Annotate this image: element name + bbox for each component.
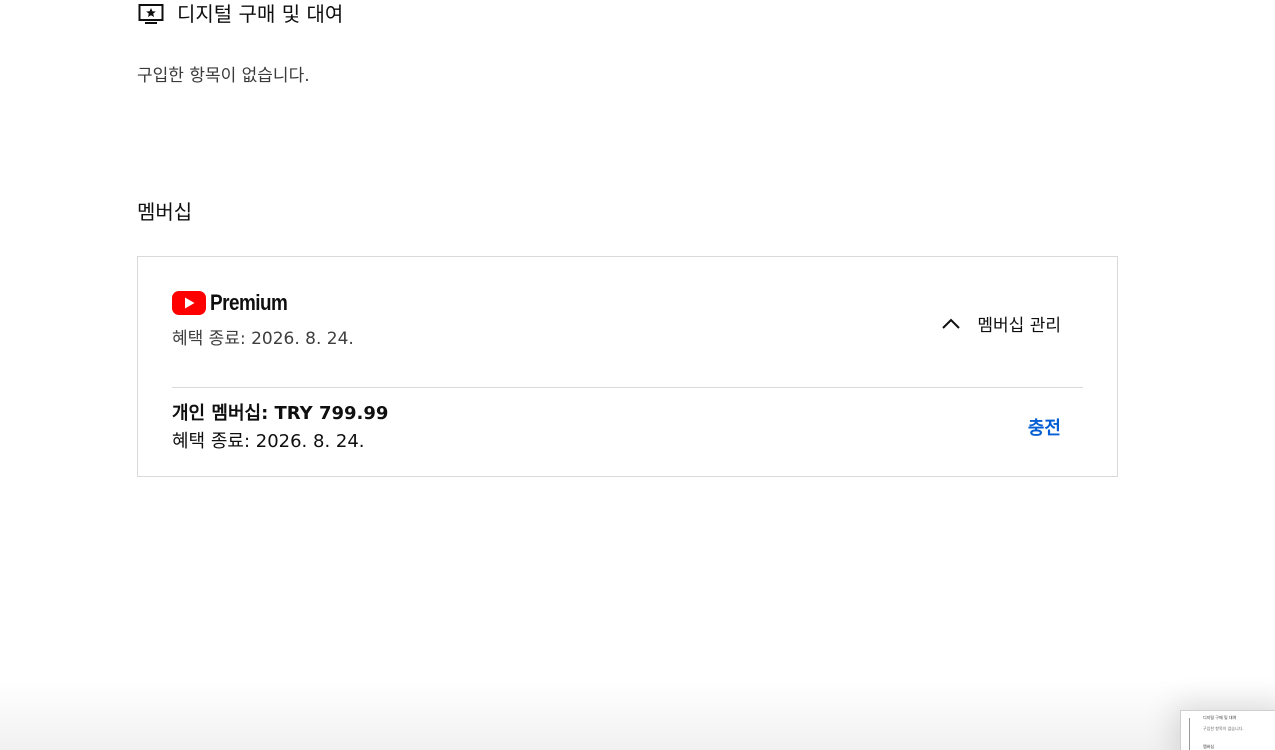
chevron-up-icon	[941, 316, 961, 330]
charge-button[interactable]: 충전	[1028, 414, 1061, 440]
tv-star-icon	[138, 3, 164, 25]
premium-brand-text: Premium	[210, 290, 288, 315]
plan-benefit-end-date: 혜택 종료: 2026. 8. 24.	[172, 431, 365, 452]
plan-price: 개인 멤버십: TRY 799.99	[172, 403, 389, 424]
empty-purchases-message: 구입한 항목이 없습니다.	[137, 66, 310, 86]
thumbnail-edge	[1189, 718, 1190, 750]
thumbnail-title: 디지털 구매 및 대여	[1203, 715, 1237, 720]
youtube-play-icon	[172, 291, 206, 315]
membership-card: Premium 혜택 종료: 2026. 8. 24. 멤버십 관리 개인 멤버…	[137, 256, 1118, 477]
digital-purchases-header: 디지털 구매 및 대여	[138, 0, 343, 28]
bottom-shadow	[0, 680, 1275, 750]
thumbnail-heading: 멤버십	[1203, 744, 1215, 749]
youtube-premium-logo: Premium	[172, 290, 300, 316]
benefit-end-date: 혜택 종료: 2026. 8. 24.	[172, 329, 354, 349]
card-divider	[172, 387, 1083, 388]
manage-membership-label: 멤버십 관리	[977, 315, 1061, 336]
screenshot-thumbnail[interactable]: 디지털 구매 및 대여 구입한 항목이 없습니다. 멤버십	[1180, 710, 1275, 750]
membership-heading: 멤버십	[137, 200, 193, 224]
thumbnail-empty-text: 구입한 항목이 없습니다.	[1203, 726, 1244, 731]
page: 디지털 구매 및 대여 구입한 항목이 없습니다. 멤버십 Premium 혜택…	[0, 0, 1275, 750]
manage-membership-button[interactable]: 멤버십 관리	[941, 308, 1061, 338]
digital-purchases-title: 디지털 구매 및 대여	[177, 2, 344, 26]
